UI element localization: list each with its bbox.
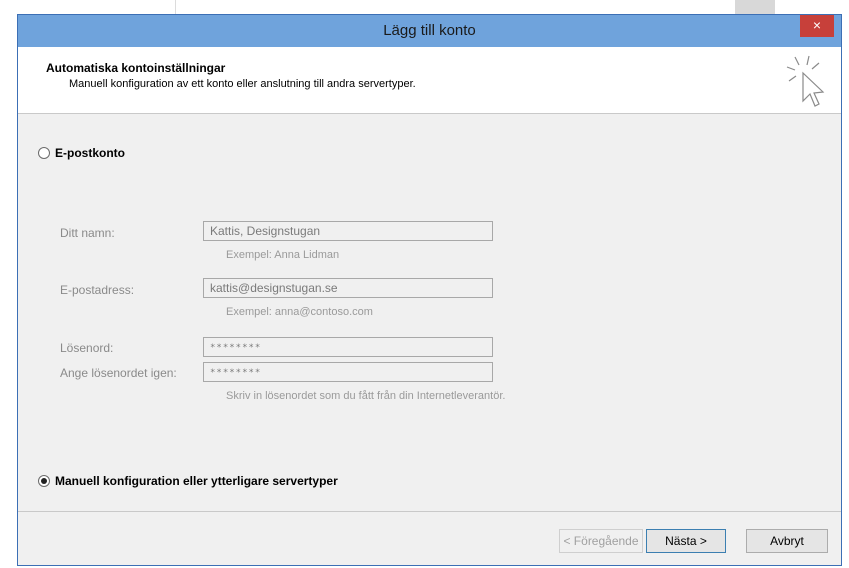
radio-button-checked[interactable] xyxy=(38,475,50,487)
password-repeat-input[interactable] xyxy=(203,362,493,382)
background-window-edge xyxy=(55,0,176,14)
next-button[interactable]: Nästa > xyxy=(646,529,726,553)
header-panel: Automatiska kontoinställningar Manuell k… xyxy=(18,47,841,114)
name-input[interactable] xyxy=(203,221,493,241)
back-button[interactable]: < Föregående xyxy=(559,529,643,553)
cursor-click-icon xyxy=(786,55,825,107)
cancel-button[interactable]: Avbryt xyxy=(746,529,828,553)
email-label: E-postadress: xyxy=(60,283,135,297)
email-input[interactable] xyxy=(203,278,493,298)
background-window-edge xyxy=(735,0,775,14)
email-hint: Exempel: anna@contoso.com xyxy=(226,306,373,318)
header-title: Automatiska kontoinställningar xyxy=(46,61,226,75)
radio-email-account-label: E-postkonto xyxy=(55,146,125,160)
header-subtitle: Manuell konfiguration av ett konto eller… xyxy=(69,78,416,90)
footer-divider xyxy=(18,511,841,512)
radio-email-account[interactable]: E-postkonto xyxy=(38,146,125,160)
password-hint: Skriv in lösenordet som du fått från din… xyxy=(226,390,506,402)
name-label: Ditt namn: xyxy=(60,226,115,240)
password-input[interactable] xyxy=(203,337,493,357)
window-title: Lägg till konto xyxy=(383,22,476,39)
title-bar[interactable]: Lägg till konto × xyxy=(18,15,841,47)
add-account-dialog: Lägg till konto × Automatiska kontoinstä… xyxy=(17,14,842,566)
radio-manual-config-label: Manuell konfiguration eller ytterligare … xyxy=(55,474,338,488)
close-icon: × xyxy=(812,17,822,33)
password-label: Lösenord: xyxy=(60,341,114,355)
password-repeat-label: Ange lösenordet igen: xyxy=(60,366,177,380)
close-button[interactable]: × xyxy=(800,15,834,37)
radio-button-unchecked[interactable] xyxy=(38,147,50,159)
radio-manual-config[interactable]: Manuell konfiguration eller ytterligare … xyxy=(38,474,338,488)
name-hint: Exempel: Anna Lidman xyxy=(226,249,340,261)
